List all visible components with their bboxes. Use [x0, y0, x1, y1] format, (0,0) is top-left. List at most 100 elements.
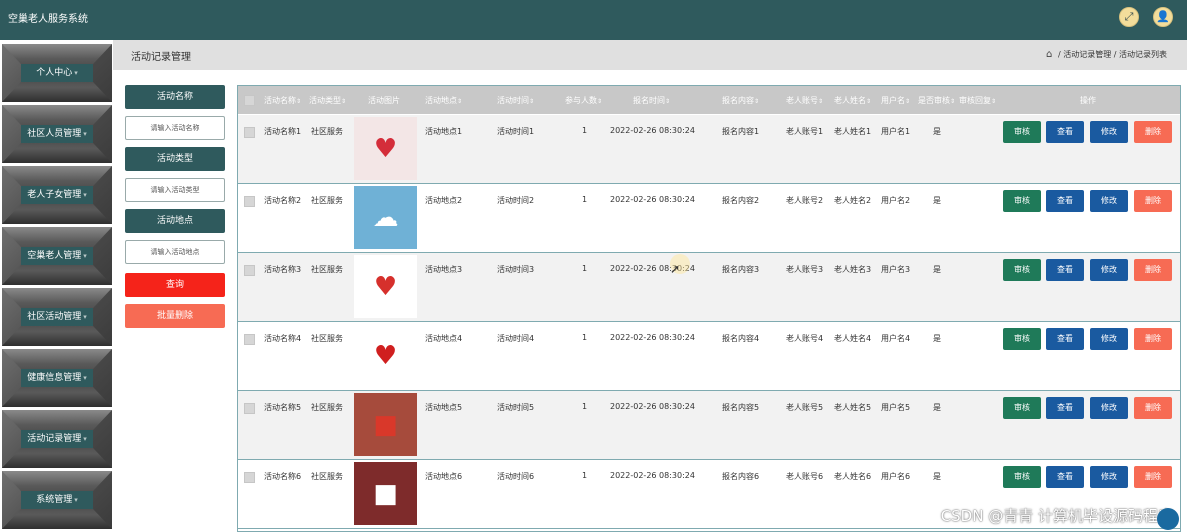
view-button[interactable]: 查看: [1046, 328, 1084, 350]
hands-heart-image[interactable]: ♥: [354, 324, 417, 387]
sort-icon: ⇕: [866, 98, 872, 105]
delete-button[interactable]: 删除: [1134, 190, 1172, 212]
edit-button[interactable]: 修改: [1090, 190, 1128, 212]
audit-button[interactable]: 审核: [1003, 259, 1041, 281]
sidebar-item-community-activities[interactable]: 社区活动管理 ▾: [2, 288, 112, 346]
row-checkbox[interactable]: [244, 265, 255, 276]
cell-audited: 是: [933, 127, 941, 136]
home-icon[interactable]: ⌂: [1046, 49, 1052, 60]
heart-mosaic-image[interactable]: ♥: [354, 255, 417, 318]
batch-delete-button[interactable]: 批量删除: [125, 304, 225, 328]
row-checkbox[interactable]: [244, 403, 255, 414]
row-checkbox[interactable]: [244, 334, 255, 345]
table-row[interactable]: 活动名称4 社区服务 活动地点4 活动时间4 1 2022-02-26 08:30:24 报…: [238, 322, 1180, 391]
cell-place: 活动地点5: [425, 403, 463, 412]
sidebar-item-elder-children[interactable]: 老人子女管理 ▾: [2, 166, 112, 224]
table-row[interactable]: 活动名称3 社区服务 活动地点3 活动时间3 1 2022-02-26 08:30:24 报…: [238, 253, 1180, 322]
column-header[interactable]: 用户名⇕: [881, 95, 910, 106]
sidebar-item-tag: 社区人员管理 ▾: [21, 125, 93, 143]
sidebar-item-label: 空巢老人管理: [27, 251, 82, 261]
sidebar-item-tag: 老人子女管理 ▾: [21, 186, 93, 204]
cell-type: 社区服务: [311, 334, 343, 343]
cell-type: 社区服务: [311, 472, 343, 481]
column-header[interactable]: 老人姓名⇕: [834, 95, 871, 106]
sidebar-item-tag: 健康信息管理 ▾: [21, 369, 93, 387]
app-title: 空巢老人服务系统: [8, 14, 88, 25]
column-header[interactable]: 报名时间⇕: [633, 95, 670, 106]
delete-button[interactable]: 删除: [1134, 397, 1172, 419]
cell-username: 用户名3: [881, 265, 911, 274]
sidebar-item-health-info[interactable]: 健康信息管理 ▾: [2, 349, 112, 407]
heart-hands-image[interactable]: ♥: [354, 117, 417, 180]
volunteers-photo-image[interactable]: ■: [354, 393, 417, 456]
delete-button[interactable]: 删除: [1134, 121, 1172, 143]
cell-time: 活动时间5: [497, 403, 535, 412]
select-all-checkbox[interactable]: [244, 95, 255, 106]
fullscreen-icon[interactable]: ⤢: [1119, 7, 1139, 27]
edit-button[interactable]: 修改: [1090, 328, 1128, 350]
row-checkbox[interactable]: [244, 472, 255, 483]
main-content: 活动记录管理 ⌂ / 活动记录管理 / 活动记录列表 活动名称 请输入活动名称 …: [113, 40, 1187, 532]
delete-button[interactable]: 删除: [1134, 466, 1172, 488]
audit-button[interactable]: 审核: [1003, 397, 1041, 419]
edit-button[interactable]: 修改: [1090, 121, 1128, 143]
sidebar-item-empty-nest-elders[interactable]: 空巢老人管理 ▾: [2, 227, 112, 285]
cell-count: 1: [582, 333, 588, 342]
cell-elder-name: 老人姓名3: [834, 265, 872, 274]
page-title: 活动记录管理: [131, 52, 191, 63]
edit-button[interactable]: 修改: [1090, 397, 1128, 419]
cloud-sky-image[interactable]: ☁: [354, 186, 417, 249]
sidebar-item-personal-center[interactable]: 个人中心 ▾: [2, 44, 112, 102]
column-header[interactable]: 参与人数⇕: [565, 95, 602, 106]
edit-button[interactable]: 修改: [1090, 259, 1128, 281]
cell-signup-time: 2022-02-26 08:30:24: [610, 402, 695, 411]
row-checkbox[interactable]: [244, 196, 255, 207]
column-header[interactable]: 老人账号⇕: [786, 95, 823, 106]
sidebar-item-activity-records[interactable]: 活动记录管理 ▾: [2, 410, 112, 468]
sidebar: 个人中心 ▾ 社区人员管理 ▾ 老人子女管理 ▾ 空巢老人管理 ▾ 社区活动管理 ▾ 健康…: [0, 40, 113, 532]
view-button[interactable]: 查看: [1046, 190, 1084, 212]
audit-button[interactable]: 审核: [1003, 328, 1041, 350]
cell-elder-name: 老人姓名1: [834, 127, 872, 136]
table-row[interactable]: 活动名称5 社区服务 活动地点5 活动时间5 1 2022-02-26 08:30:24 报…: [238, 391, 1180, 460]
sidebar-item-community-staff[interactable]: 社区人员管理 ▾: [2, 105, 112, 163]
audit-button[interactable]: 审核: [1003, 121, 1041, 143]
view-button[interactable]: 查看: [1046, 121, 1084, 143]
table-row[interactable]: 活动名称1 社区服务 活动地点1 活动时间1 1 2022-02-26 08:30:24 报…: [238, 115, 1180, 184]
column-header[interactable]: 活动名称⇕: [264, 95, 301, 106]
column-header[interactable]: 报名内容⇕: [722, 95, 759, 106]
delete-button[interactable]: 删除: [1134, 259, 1172, 281]
audit-button[interactable]: 审核: [1003, 466, 1041, 488]
activity-name-input[interactable]: 请输入活动名称: [125, 116, 225, 140]
table-row[interactable]: 活动名称2 社区服务 活动地点2 活动时间2 1 2022-02-26 08:30:24 报…: [238, 184, 1180, 253]
column-header[interactable]: 活动地点⇕: [425, 95, 462, 106]
query-button[interactable]: 查询: [125, 273, 225, 297]
column-header: 活动图片: [368, 96, 400, 105]
edit-button[interactable]: 修改: [1090, 466, 1128, 488]
row-checkbox[interactable]: [244, 127, 255, 138]
view-button[interactable]: 查看: [1046, 466, 1084, 488]
cell-place: 活动地点2: [425, 196, 463, 205]
delete-button[interactable]: 删除: [1134, 328, 1172, 350]
sidebar-item-system[interactable]: 系统管理 ▾: [2, 471, 112, 529]
view-button[interactable]: 查看: [1046, 259, 1084, 281]
calligraphy-photo-image[interactable]: ■: [354, 462, 417, 525]
cell-account: 老人账号3: [786, 265, 824, 274]
sidebar-item-label: 老人子女管理: [27, 190, 82, 200]
breadcrumb-item[interactable]: 活动记录管理: [1063, 50, 1111, 59]
cell-elder-name: 老人姓名4: [834, 334, 872, 343]
audit-button[interactable]: 审核: [1003, 190, 1041, 212]
activity-place-input[interactable]: 请输入活动地点: [125, 240, 225, 264]
thumb-motif: ♥: [373, 133, 398, 164]
thumb-motif: ☁: [372, 202, 399, 233]
chevron-down-icon: ▾: [83, 374, 87, 382]
view-button[interactable]: 查看: [1046, 397, 1084, 419]
column-header[interactable]: 是否审核⇕: [918, 95, 955, 106]
cell-name: 活动名称3: [264, 265, 302, 274]
column-header[interactable]: 活动时间⇕: [497, 95, 534, 106]
column-header[interactable]: 活动类型⇕: [309, 95, 346, 106]
column-header[interactable]: 审核回复⇕: [959, 95, 996, 106]
activity-type-input[interactable]: 请输入活动类型: [125, 178, 225, 202]
user-icon[interactable]: 👤: [1153, 7, 1173, 27]
cell-username: 用户名6: [881, 472, 911, 481]
